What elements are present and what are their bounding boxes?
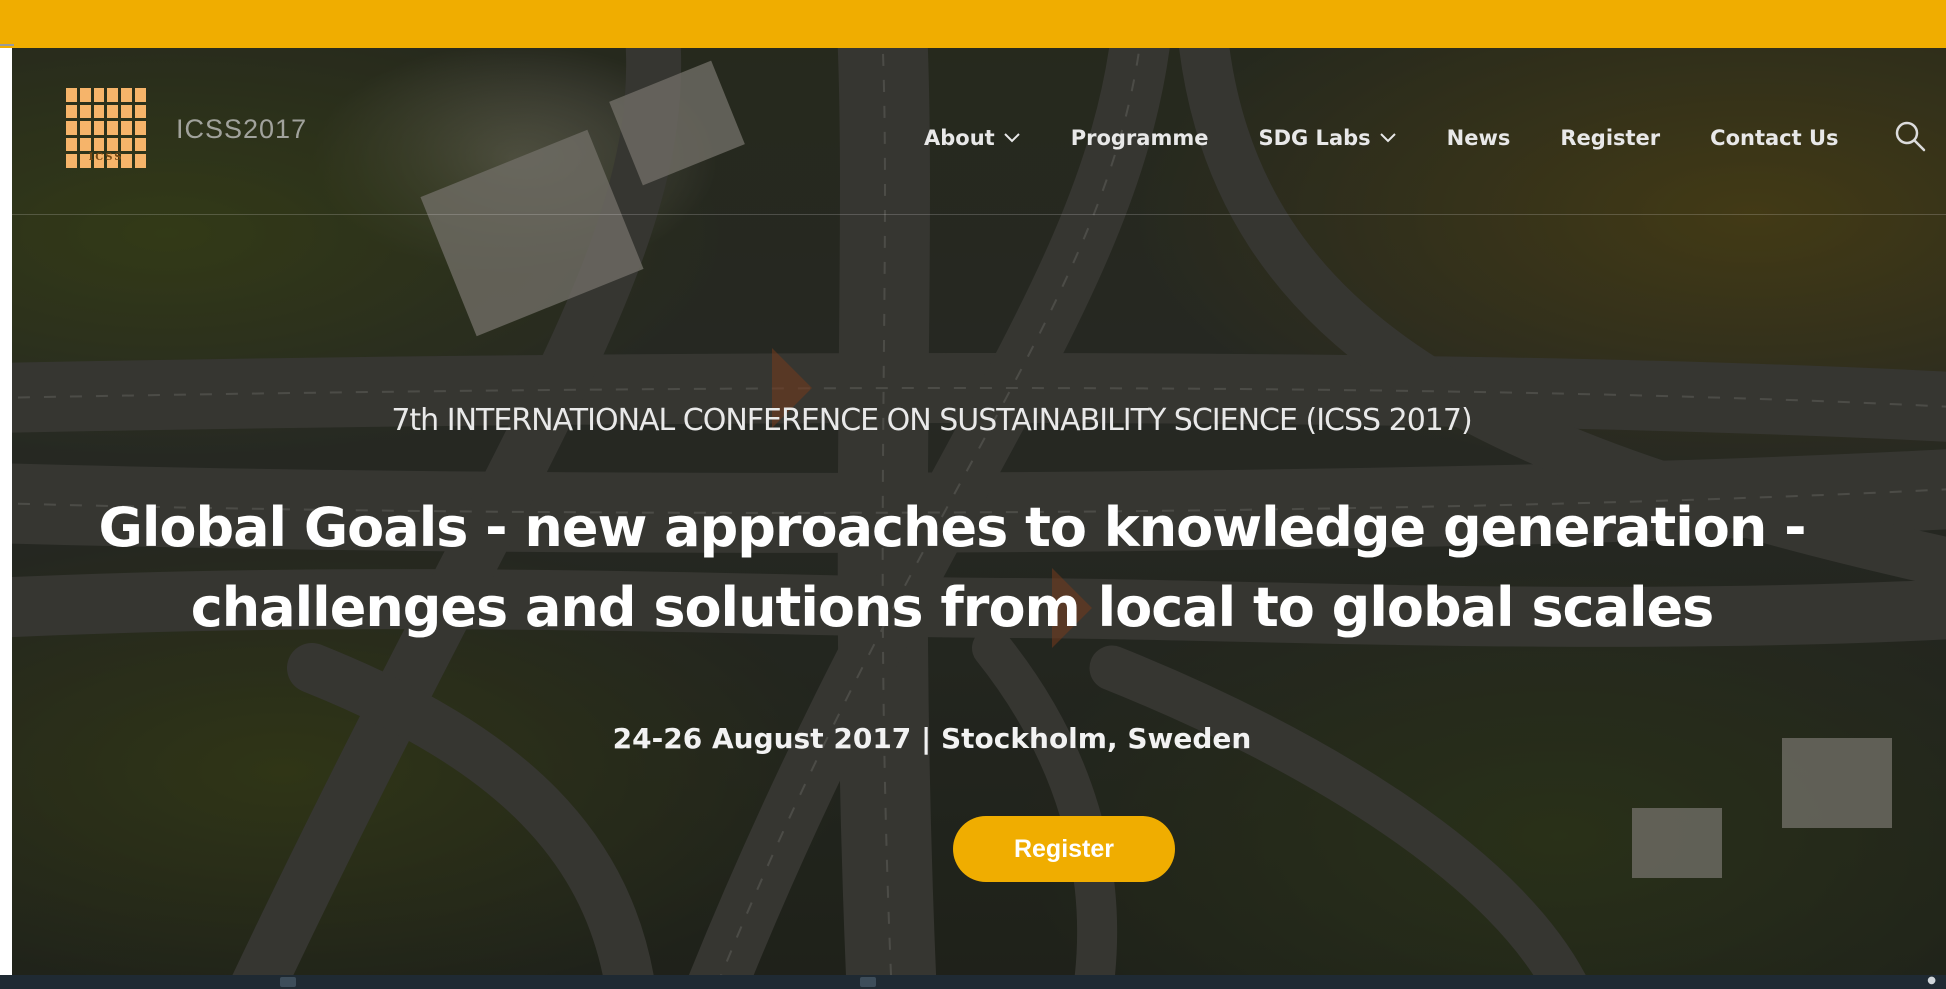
main-nav: About Programme SDG Labs News Register C… [924, 118, 1889, 158]
chevron-down-icon [1003, 133, 1020, 143]
chevron-down-icon [1379, 133, 1396, 143]
nav-item-news[interactable]: News [1447, 126, 1511, 150]
hero-banner: ICSS ICSS2017 About Programme SDG Labs N… [12, 48, 1946, 975]
top-rule [0, 44, 14, 46]
os-taskbar: ● [0, 975, 1946, 989]
nav-item-label: Contact Us [1710, 126, 1839, 150]
headline-line-1: Global Goals - new approaches to knowled… [98, 496, 1807, 559]
search-icon[interactable] [1892, 118, 1928, 154]
clock-icon: ● [1927, 975, 1936, 986]
headline-line-2: challenges and solutions from local to g… [190, 576, 1714, 639]
nav-item-contact-us[interactable]: Contact Us [1710, 126, 1838, 150]
site-name[interactable]: ICSS2017 [176, 114, 307, 145]
conference-kicker: 7th INTERNATIONAL CONFERENCE ON SUSTAINA… [391, 403, 1472, 438]
nav-item-programme[interactable]: Programme [1071, 126, 1209, 150]
nav-item-label: News [1446, 126, 1511, 150]
nav-item-sdg-labs[interactable]: SDG Labs [1258, 126, 1396, 150]
taskbar-app-icon[interactable] [860, 977, 876, 987]
top-accent-bar [0, 0, 1946, 48]
taskbar-app-icon[interactable] [280, 977, 296, 987]
site-logo[interactable]: ICSS [66, 88, 146, 168]
nav-item-about[interactable]: About [924, 126, 1021, 150]
nav-item-label: Register [1560, 126, 1661, 150]
hero-headline: Global Goals - new approaches to knowled… [12, 488, 1946, 648]
nav-divider [12, 214, 1946, 215]
register-button[interactable]: Register [953, 816, 1175, 882]
nav-item-label: About [924, 126, 995, 150]
logo-text: ICSS [88, 152, 124, 163]
date-location: 24-26 August 2017 | Stockholm, Sweden [612, 722, 1252, 755]
nav-item-label: SDG Labs [1258, 126, 1371, 150]
nav-item-label: Programme [1070, 126, 1209, 150]
nav-item-register[interactable]: Register [1560, 126, 1660, 150]
